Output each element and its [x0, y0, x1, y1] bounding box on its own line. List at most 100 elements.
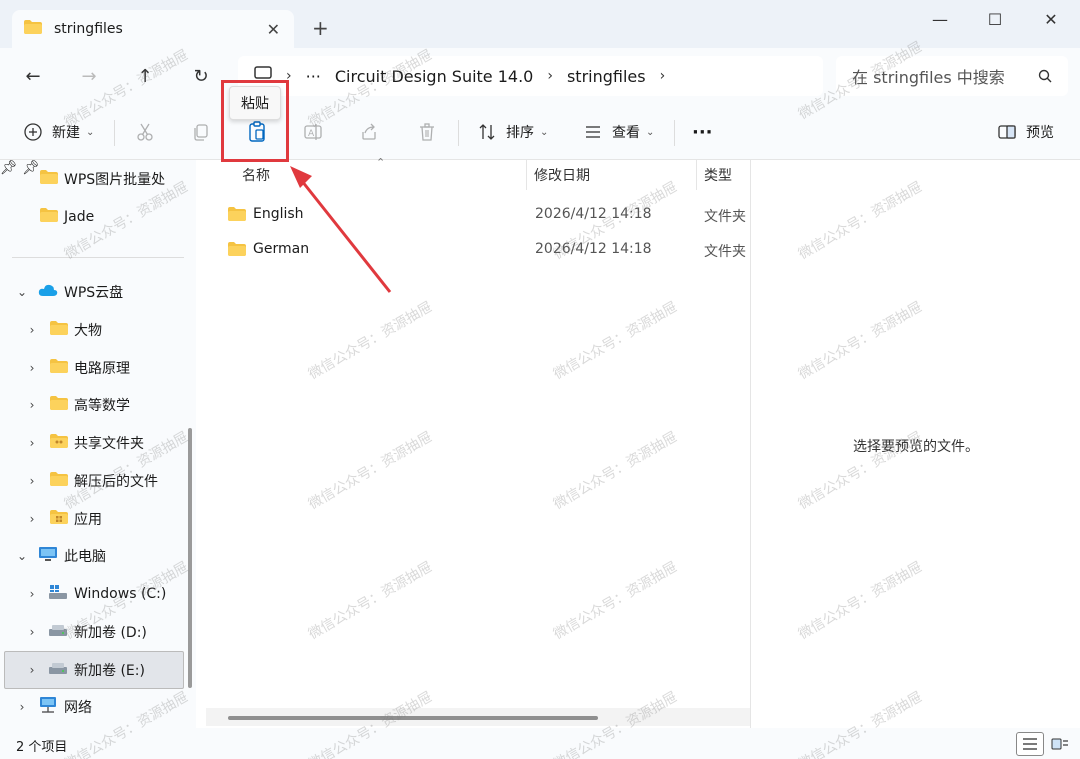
minimize-button[interactable]: —	[920, 8, 960, 30]
sidebar-item-wps-batch[interactable]: WPS图片批量处	[40, 163, 165, 195]
folder-icon	[40, 208, 58, 226]
chevron-down-icon[interactable]: ⌄	[12, 549, 32, 563]
sidebar-item-label: 网络	[64, 700, 92, 716]
chevron-right-icon[interactable]: ›	[547, 68, 553, 84]
tiles-view-button[interactable]	[1046, 732, 1074, 756]
command-bar: 新建 ⌄ A 排序 ⌄ 查看 ⌄ ··· 预览	[0, 104, 1080, 160]
share-button[interactable]	[356, 118, 382, 146]
sidebar-item-label: 共享文件夹	[74, 436, 144, 452]
sidebar-item-jade[interactable]: Jade	[40, 201, 94, 233]
chevron-down-icon[interactable]: ⌄	[12, 285, 32, 299]
sidebar-item-apps[interactable]: › 应用	[22, 503, 102, 535]
delete-button[interactable]	[414, 118, 440, 146]
sidebar-item-label: 应用	[74, 512, 102, 528]
preview-message: 选择要预览的文件。	[853, 439, 979, 455]
new-button[interactable]: 新建 ⌄	[20, 118, 94, 146]
chevron-right-icon[interactable]: ›	[22, 587, 42, 601]
sidebar-item-shared[interactable]: › 共享文件夹	[22, 427, 144, 459]
back-button[interactable]: ←	[18, 62, 48, 90]
chevron-right-icon[interactable]: ›	[22, 323, 42, 337]
pin-icon: 📌︎	[0, 160, 18, 176]
sort-icon	[474, 119, 500, 145]
chevron-right-icon[interactable]: ›	[12, 700, 32, 714]
file-list: ⌃ 名称 修改日期 类型 English 2026/4/12 14:18 文件夹…	[206, 156, 750, 728]
maximize-button[interactable]: ☐	[975, 8, 1015, 30]
sidebar-item-label: WPS图片批量处	[64, 172, 166, 188]
search-icon[interactable]	[1038, 68, 1052, 87]
sidebar-item-label: 解压后的文件	[74, 474, 158, 490]
sidebar-item-label: WPS云盘	[64, 285, 124, 301]
column-divider[interactable]	[696, 160, 697, 190]
search-input[interactable]: 在 stringfiles 中搜索	[836, 56, 1068, 96]
up-button[interactable]: ↑	[130, 62, 160, 90]
sidebar-item-label: Jade	[64, 209, 95, 225]
details-view-icon	[1023, 738, 1037, 750]
file-row-german[interactable]: German 2026/4/12 14:18 文件夹	[206, 233, 750, 267]
sidebar-item-wps-cloud[interactable]: ⌄ WPS云盘	[12, 276, 123, 308]
sidebar-item-label: 电路原理	[74, 361, 130, 377]
file-type: 文件夹	[704, 244, 746, 260]
column-divider[interactable]	[526, 160, 527, 190]
chevron-right-icon[interactable]: ›	[22, 512, 42, 526]
horizontal-scrollbar[interactable]	[228, 716, 598, 720]
details-view-button[interactable]	[1016, 732, 1044, 756]
chevron-right-icon[interactable]: ›	[22, 398, 42, 412]
tiles-view-icon	[1051, 738, 1068, 750]
column-header-type[interactable]: 类型	[704, 160, 732, 190]
address-bar[interactable]: › ··· Circuit Design Suite 14.0 › string…	[238, 56, 823, 96]
sidebar-item-circuit[interactable]: › 电路原理	[22, 352, 130, 384]
sidebar-item-math[interactable]: › 高等数学	[22, 389, 130, 421]
sidebar-item-dawu[interactable]: › 大物	[22, 314, 102, 346]
tab-title: stringfiles	[54, 21, 123, 37]
preview-pane-icon	[994, 119, 1020, 145]
path-overflow[interactable]: ···	[306, 67, 321, 86]
column-header-modified[interactable]: 修改日期	[534, 160, 590, 190]
windows-drive-icon	[48, 584, 68, 604]
chevron-right-icon[interactable]: ›	[22, 436, 42, 450]
chevron-right-icon[interactable]: ›	[22, 663, 42, 677]
drive-icon	[48, 622, 68, 642]
chevron-right-icon[interactable]: ›	[22, 361, 42, 375]
svg-text:A: A	[308, 129, 315, 139]
rename-button[interactable]: A	[300, 118, 326, 146]
sidebar-item-extracted[interactable]: › 解压后的文件	[22, 465, 158, 497]
sidebar-item-network[interactable]: › 网络	[12, 691, 92, 723]
forward-button[interactable]: →	[74, 62, 104, 90]
sidebar-item-drive-d[interactable]: › 新加卷 (D:)	[22, 616, 147, 648]
tab-stringfiles[interactable]: stringfiles ✕	[12, 10, 294, 48]
file-row-english[interactable]: English 2026/4/12 14:18 文件夹	[206, 198, 750, 232]
sidebar-item-this-pc[interactable]: ⌄ 此电脑	[12, 540, 106, 572]
apps-folder-icon	[50, 510, 68, 528]
chevron-right-icon[interactable]: ›	[660, 68, 666, 84]
view-label: 查看	[612, 125, 640, 141]
close-window-button[interactable]: ✕	[1031, 8, 1071, 30]
sort-label: 排序	[506, 125, 534, 141]
new-tab-button[interactable]: +	[312, 16, 329, 40]
preview-pane-button[interactable]: 预览	[994, 118, 1054, 146]
breadcrumb-stringfiles[interactable]: stringfiles	[567, 67, 646, 86]
sidebar-item-label: 大物	[74, 323, 102, 339]
folder-icon	[50, 472, 68, 490]
view-button[interactable]: 查看 ⌄	[580, 118, 654, 146]
refresh-button[interactable]: ↻	[186, 62, 216, 90]
close-tab-icon[interactable]: ✕	[267, 20, 280, 39]
breadcrumb-circuit-design[interactable]: Circuit Design Suite 14.0	[335, 67, 533, 86]
sidebar-item-drive-c[interactable]: › Windows (C:)	[22, 578, 166, 610]
more-options-button[interactable]: ···	[692, 118, 713, 146]
cut-button[interactable]	[132, 118, 158, 146]
folder-icon	[50, 359, 68, 377]
sidebar-scrollbar[interactable]	[188, 428, 192, 688]
copy-button[interactable]	[188, 118, 214, 146]
sort-button[interactable]: 排序 ⌄	[474, 118, 548, 146]
new-label: 新建	[52, 125, 80, 141]
toolbar-divider	[458, 120, 459, 146]
sidebar-item-drive-e[interactable]: › 新加卷 (E:)	[22, 654, 145, 686]
chevron-right-icon[interactable]: ›	[22, 625, 42, 639]
folder-icon	[50, 321, 68, 339]
share-icon	[356, 119, 382, 145]
column-header-name[interactable]: 名称	[242, 160, 270, 190]
chevron-right-icon[interactable]: ›	[22, 474, 42, 488]
scissors-icon	[132, 119, 158, 145]
folder-icon	[40, 170, 58, 188]
sidebar-item-label: 新加卷 (E:)	[74, 663, 145, 679]
